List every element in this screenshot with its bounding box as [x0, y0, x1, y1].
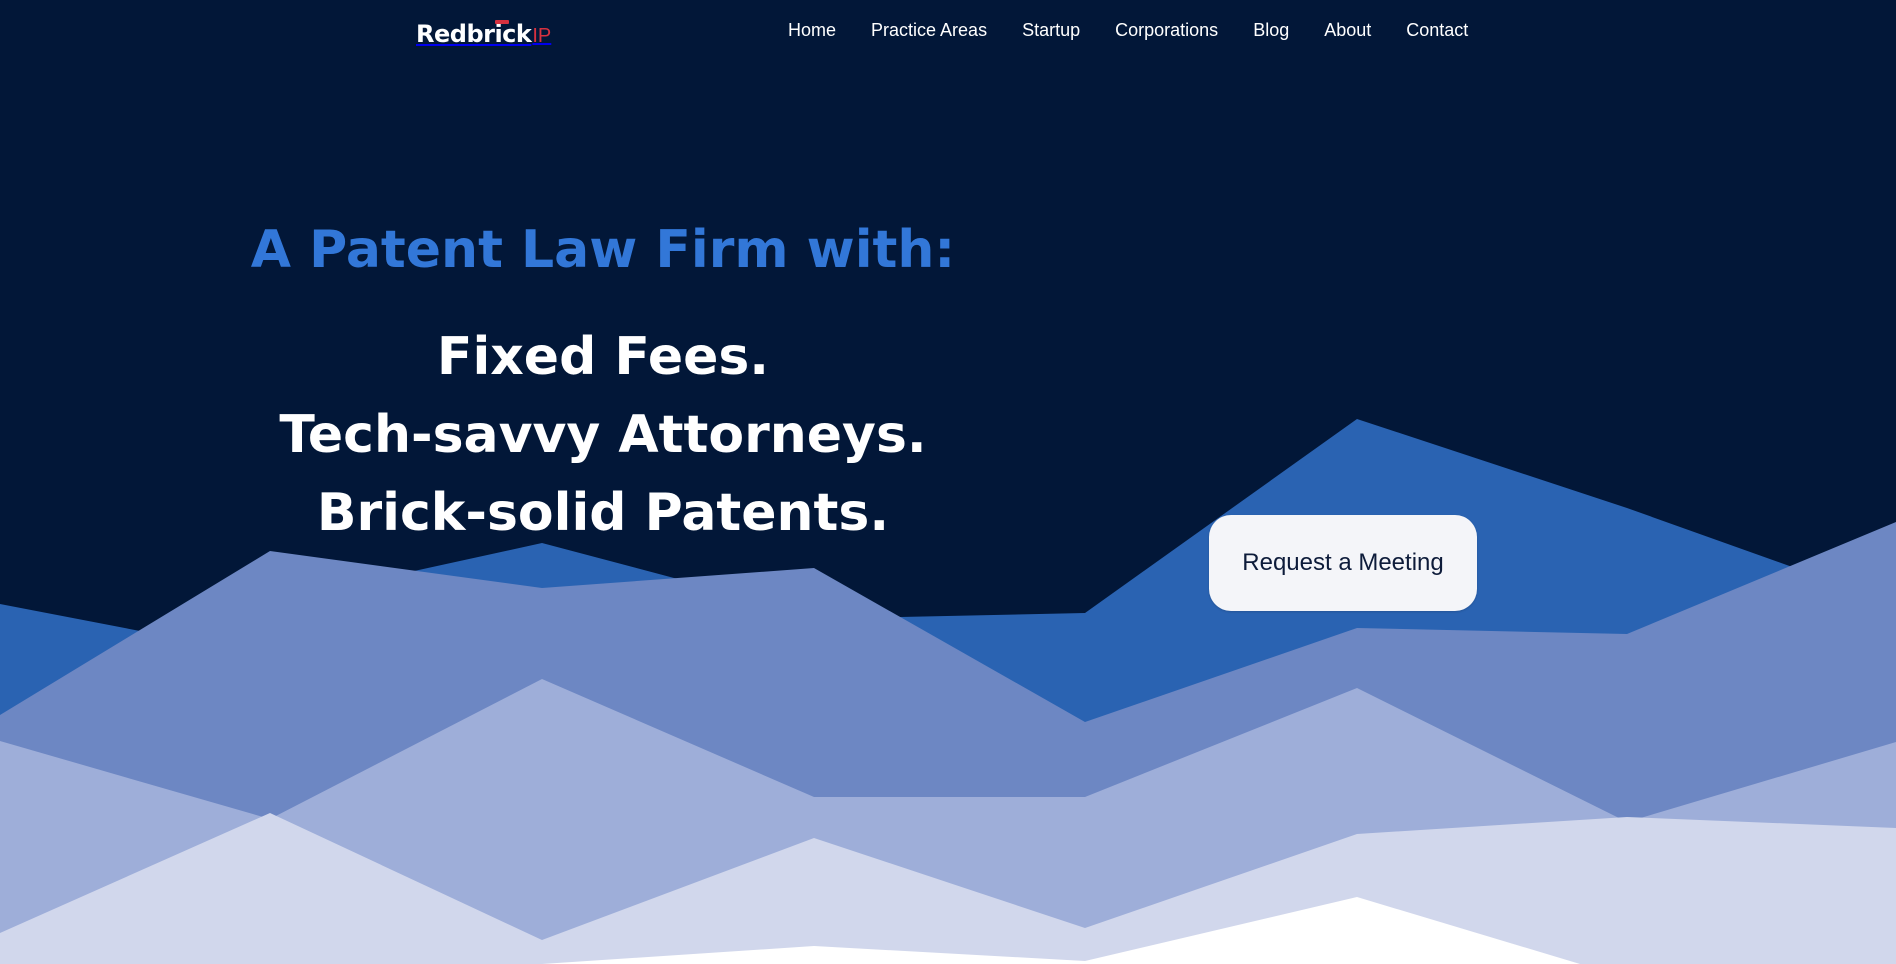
hero-line-attorneys: Tech-savvy Attorneys. [279, 405, 927, 465]
nav-home[interactable]: Home [788, 18, 836, 42]
brick-icon [495, 20, 509, 24]
page: Redbrick IP Home Practice Areas Startup … [0, 0, 1896, 964]
request-meeting-button[interactable]: Request a Meeting [1209, 515, 1477, 611]
site-header: Redbrick IP Home Practice Areas Startup … [0, 0, 1896, 62]
hero-subtitle: A Patent Law Firm with: [250, 220, 956, 280]
nav-corporations[interactable]: Corporations [1115, 18, 1218, 42]
hero-headline: Fixed Fees. Tech-savvy Attorneys. Brick-… [200, 318, 1006, 552]
nav-contact[interactable]: Contact [1406, 18, 1468, 42]
nav-startup[interactable]: Startup [1022, 18, 1080, 42]
hero-line-patents: Brick-solid Patents. [316, 483, 890, 543]
nav-about[interactable]: About [1324, 18, 1371, 42]
nav-practice-areas[interactable]: Practice Areas [871, 18, 987, 42]
main-nav: Home Practice Areas Startup Corporations… [788, 18, 1468, 42]
brand-suffix: IP [532, 25, 552, 47]
brand-logo[interactable]: Redbrick IP [416, 14, 551, 48]
nav-blog[interactable]: Blog [1253, 18, 1289, 42]
hero-line-fees: Fixed Fees. [436, 327, 770, 387]
brand-name: Redbrick [416, 20, 532, 48]
